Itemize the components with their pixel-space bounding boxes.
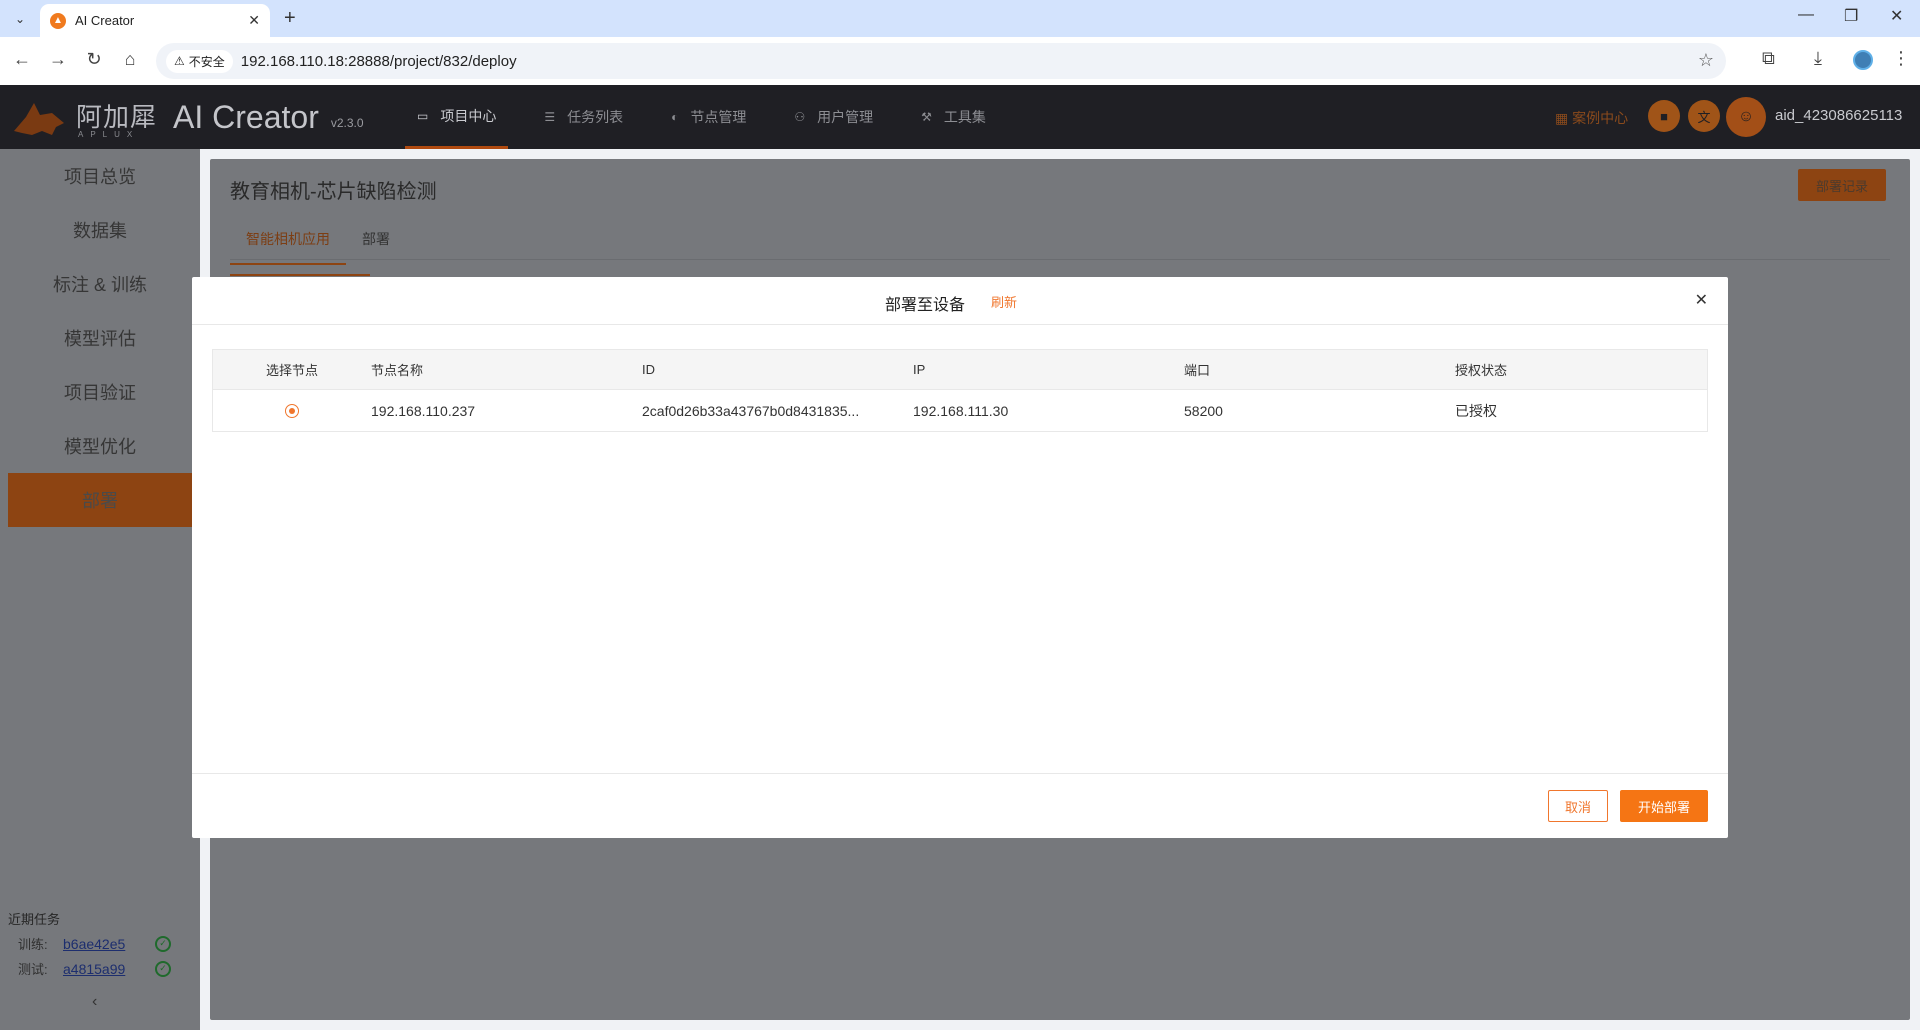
url-text[interactable]: 192.168.110.18:28888/project/832/deploy xyxy=(241,53,517,70)
restore-icon[interactable]: ❐ xyxy=(1844,6,1858,26)
sidebar-item-annotate-train[interactable]: 标注 & 训练 xyxy=(0,257,200,311)
col-header-auth: 授权状态 xyxy=(1455,363,1508,378)
node-port: 58200 xyxy=(1184,402,1223,419)
modal-header: 部署至设备 刷新 ✕ xyxy=(192,277,1728,325)
minimize-icon[interactable]: — xyxy=(1798,6,1814,24)
address-bar: ← → ↻ ⌂ ⚠ 不安全 192.168.110.18:28888/proje… xyxy=(0,37,1920,85)
col-header-ip: IP xyxy=(913,362,926,377)
table-row[interactable]: 192.168.110.237 2caf0d26b33a43767b0d8431… xyxy=(213,390,1707,431)
sidebar-item-model-optimize[interactable]: 模型优化 xyxy=(0,419,200,473)
node-auth-status: 已授权 xyxy=(1455,402,1497,419)
window-close-icon[interactable]: ✕ xyxy=(1890,6,1903,26)
sidebar: 项目总览 数据集 标注 & 训练 模型评估 项目验证 模型优化 部署 近期任务 … xyxy=(0,149,200,1030)
tab-search-icon[interactable]: ⌄ xyxy=(8,7,32,31)
nav-task-list[interactable]: ☰ 任务列表 xyxy=(532,85,635,149)
user-avatar-icon[interactable]: ☺ xyxy=(1726,97,1766,137)
recent-task-link[interactable]: a4815a99 xyxy=(63,961,153,977)
node-name: 192.168.110.237 xyxy=(371,402,476,419)
users-icon: ⚇ xyxy=(794,110,806,124)
profile-avatar-icon[interactable] xyxy=(1853,50,1873,70)
sidebar-item-overview[interactable]: 项目总览 xyxy=(0,149,200,203)
recent-tasks: 近期任务 训练: b6ae42e5 ✓ 测试: a4815a99 ✓ xyxy=(8,909,171,978)
check-circle-icon: ✓ xyxy=(155,935,171,952)
sidebar-item-deploy[interactable]: 部署 xyxy=(8,473,192,527)
col-header-port: 端口 xyxy=(1184,363,1211,378)
browser-tab-bar: ⌄ ▲ AI Creator ✕ + — ❐ ✕ xyxy=(0,0,1920,37)
username[interactable]: aid_423086625113 xyxy=(1775,107,1902,124)
node-radio[interactable] xyxy=(285,403,299,418)
node-table: 选择节点 节点名称 ID IP 端口 授权状态 192.168.110.237 … xyxy=(212,349,1708,432)
favicon-icon: ▲ xyxy=(50,12,66,29)
nav-project-center[interactable]: ▭ 项目中心 xyxy=(405,85,509,149)
app-header: 阿加犀 APLUX AI Creator v2.3.0 ▭ 项目中心 ☰ 任务列… xyxy=(0,85,1920,149)
nav-user-management[interactable]: ⚇ 用户管理 xyxy=(782,85,885,149)
back-icon[interactable]: ← xyxy=(10,49,34,70)
home-icon[interactable]: ⌂ xyxy=(118,49,142,70)
download-icon[interactable]: ⤓ xyxy=(1814,48,1822,69)
forward-icon[interactable]: → xyxy=(46,49,70,70)
bell-icon[interactable]: ■ xyxy=(1648,100,1680,132)
nav-toolset[interactable]: ⚒ 工具集 xyxy=(909,85,998,149)
node-id: 2caf0d26b33a43767b0d8431835... xyxy=(642,402,860,419)
tab-title: AI Creator xyxy=(75,13,135,28)
start-deploy-button[interactable]: 开始部署 xyxy=(1620,790,1708,822)
deploy-log-button[interactable]: 部署记录 xyxy=(1798,169,1886,201)
new-tab-icon[interactable]: + xyxy=(284,7,296,30)
recent-tasks-title: 近期任务 xyxy=(8,912,61,927)
table-header: 选择节点 节点名称 ID IP 端口 授权状态 xyxy=(213,350,1707,390)
deploy-to-device-modal: 部署至设备 刷新 ✕ 选择节点 节点名称 ID IP 端口 授权状态 192.1… xyxy=(192,277,1728,838)
sidebar-item-dataset[interactable]: 数据集 xyxy=(0,203,200,257)
app-name: AI Creator xyxy=(173,98,319,135)
case-center-link[interactable]: ▦ 案例中心 xyxy=(1555,108,1628,128)
modal-title: 部署至设备 xyxy=(885,297,966,314)
grid-icon: ▦ xyxy=(1555,110,1573,126)
nav-node-management[interactable]: ◐ 节点管理 xyxy=(659,85,758,149)
wrench-icon: ⚒ xyxy=(921,110,932,124)
content-tab-accent xyxy=(230,274,370,276)
tab-close-icon[interactable]: ✕ xyxy=(248,12,260,29)
folder-icon: ▭ xyxy=(417,108,429,123)
logo-cn: 阿加犀 xyxy=(76,102,158,132)
col-header-name: 节点名称 xyxy=(371,363,424,378)
sidebar-item-model-eval[interactable]: 模型评估 xyxy=(0,311,200,365)
insecure-badge[interactable]: ⚠ 不安全 xyxy=(166,49,233,73)
top-nav: ▭ 项目中心 ☰ 任务列表 ◐ 节点管理 ⚇ 用户管理 ⚒ 工具集 xyxy=(405,85,1022,149)
col-header-id: ID xyxy=(642,362,655,377)
recent-task-link[interactable]: b6ae42e5 xyxy=(63,936,153,952)
translate-icon[interactable]: 文 xyxy=(1688,100,1720,132)
node-icon: ◐ xyxy=(671,110,679,124)
logo-en: APLUX xyxy=(78,130,140,139)
app-version: v2.3.0 xyxy=(330,116,364,130)
list-icon: ☰ xyxy=(544,110,556,124)
cancel-button[interactable]: 取消 xyxy=(1548,790,1608,822)
browser-tab[interactable]: ▲ AI Creator ✕ xyxy=(40,4,270,37)
recent-task-row: 训练: b6ae42e5 ✓ xyxy=(8,934,171,953)
reload-icon[interactable]: ↻ xyxy=(82,49,106,70)
recent-task-row: 测试: a4815a99 ✓ xyxy=(8,959,171,978)
logo[interactable]: 阿加犀 APLUX AI Creator v2.3.0 xyxy=(12,97,364,139)
tab-divider xyxy=(230,259,1890,260)
refresh-link[interactable]: 刷新 xyxy=(991,292,1017,311)
collapse-sidebar-icon[interactable]: ‹ xyxy=(92,993,97,1011)
modal-footer: 取消 开始部署 xyxy=(192,773,1728,838)
omnibox[interactable]: ⚠ 不安全 192.168.110.18:28888/project/832/d… xyxy=(156,43,1726,79)
col-header-select: 选择节点 xyxy=(265,363,318,378)
sidebar-item-project-verify[interactable]: 项目验证 xyxy=(0,365,200,419)
check-circle-icon: ✓ xyxy=(155,960,171,977)
warning-icon: ⚠ xyxy=(174,54,185,68)
logo-rhino-icon xyxy=(14,103,64,135)
close-icon[interactable]: ✕ xyxy=(1695,290,1708,310)
browser-menu-icon[interactable]: ⋮ xyxy=(1892,48,1910,69)
node-ip: 192.168.111.30 xyxy=(913,402,1009,419)
extensions-icon[interactable]: ⧉ xyxy=(1762,48,1775,69)
bookmark-star-icon[interactable]: ☆ xyxy=(1698,50,1714,71)
page-title: 教育相机-芯片缺陷检测 xyxy=(230,181,437,203)
